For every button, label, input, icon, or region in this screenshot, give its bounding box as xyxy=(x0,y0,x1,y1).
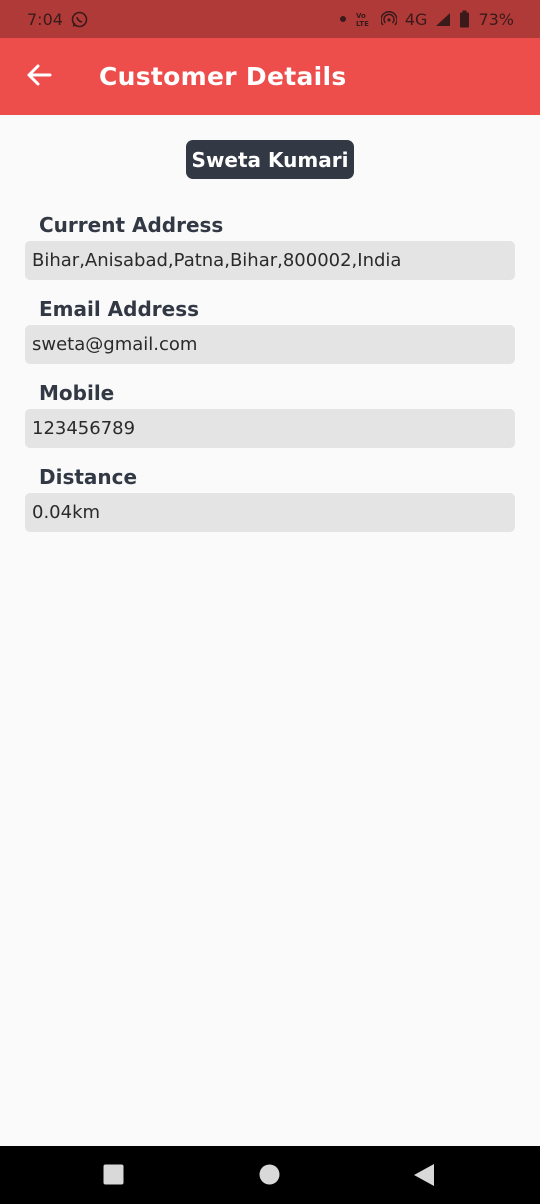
back-button[interactable] xyxy=(14,52,64,102)
app-bar: Customer Details xyxy=(0,38,540,115)
svg-text:LTE: LTE xyxy=(356,20,369,28)
mobile-label: Mobile xyxy=(39,381,115,405)
battery-level: 73% xyxy=(478,9,514,29)
mobile-value: 123456789 xyxy=(25,409,515,448)
dot-icon xyxy=(339,15,347,23)
distance-label: Distance xyxy=(39,465,138,489)
recents-square-icon xyxy=(103,1164,124,1189)
page-title: Customer Details xyxy=(99,62,347,91)
address-label: Current Address xyxy=(39,213,224,237)
email-label: Email Address xyxy=(39,297,200,321)
home-button[interactable] xyxy=(259,1164,280,1189)
status-right: Vo LTE 4G 73% xyxy=(339,10,514,29)
nav-back-button[interactable] xyxy=(413,1163,435,1191)
arrow-left-icon xyxy=(26,63,52,91)
battery-icon xyxy=(459,10,470,28)
address-field: Current Address Bihar,Anisabad,Patna,Bih… xyxy=(25,207,515,280)
customer-name-chip: Sweta Kumari xyxy=(185,140,355,179)
signal-icon xyxy=(435,12,451,27)
home-circle-icon xyxy=(259,1164,280,1189)
customer-details-content: Sweta Kumari Current Address Bihar,Anisa… xyxy=(0,115,540,532)
email-value: sweta@gmail.com xyxy=(25,325,515,364)
status-time: 7:04 xyxy=(27,9,63,29)
distance-value: 0.04km xyxy=(25,493,515,532)
email-field: Email Address sweta@gmail.com xyxy=(25,291,515,364)
address-value: Bihar,Anisabad,Patna,Bihar,800002,India xyxy=(25,241,515,280)
network-type: 4G xyxy=(404,9,428,29)
status-left: 7:04 xyxy=(27,10,88,29)
back-triangle-icon xyxy=(413,1163,435,1191)
recents-button[interactable] xyxy=(103,1164,124,1189)
svg-text:Vo: Vo xyxy=(356,12,366,20)
whatsapp-icon xyxy=(71,11,88,28)
mobile-field: Mobile 123456789 xyxy=(25,375,515,448)
hotspot-icon xyxy=(380,11,397,27)
status-bar: 7:04 Vo LTE 4G 73% xyxy=(0,0,540,38)
distance-field: Distance 0.04km xyxy=(25,459,515,532)
system-nav-bar xyxy=(0,1146,540,1204)
volte-icon: Vo LTE xyxy=(355,10,373,28)
name-chip-wrap: Sweta Kumari xyxy=(0,140,540,179)
